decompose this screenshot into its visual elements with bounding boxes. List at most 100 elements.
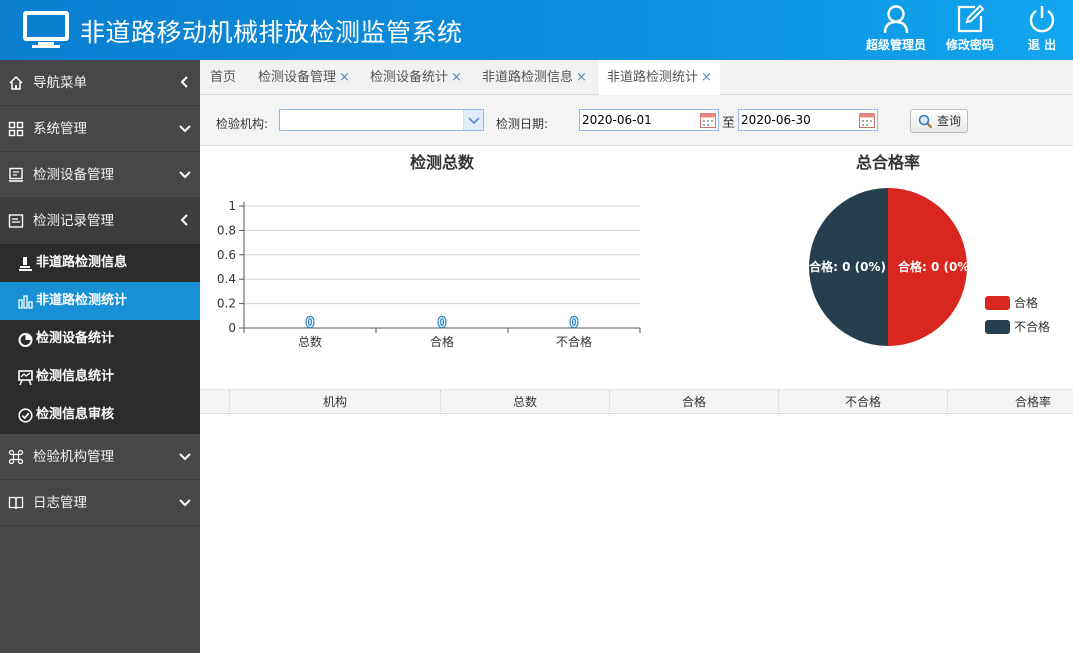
- org-select[interactable]: [279, 109, 484, 131]
- edit-icon: [957, 4, 985, 33]
- sidebar-subitem-info-audit[interactable]: 检测信息审核: [0, 396, 200, 434]
- chevron-down-icon: [179, 125, 191, 133]
- nav-menu-label: 导航菜单: [33, 75, 87, 91]
- app-header: 非道路移动机械排放检测监管系统 超级管理员 修改密码 退 出: [0, 0, 1073, 60]
- sidebar-subitem-info-stats[interactable]: 检测信息统计: [0, 358, 200, 396]
- bar-data-label: 0: [438, 316, 446, 331]
- calendar-icon[interactable]: [699, 111, 717, 129]
- sidebar-subitem-nonroad-stats[interactable]: 非道路检测统计: [0, 282, 200, 320]
- bar-chart-icon: [18, 295, 33, 309]
- presentation-icon: [18, 370, 33, 385]
- bar-chart-title: 检测总数: [409, 153, 474, 172]
- chevron-down-icon: [468, 117, 480, 125]
- grid-rownum-header: [200, 390, 230, 414]
- date-from-input[interactable]: [579, 109, 719, 131]
- user-button[interactable]: 超级管理员: [866, 4, 926, 53]
- sidebar-item-org-management[interactable]: 检验机构管理: [0, 434, 200, 480]
- user-button-label: 超级管理员: [866, 38, 927, 52]
- sidebar-item-label: 日志管理: [33, 495, 87, 511]
- x-tick-label: 合格: [430, 334, 454, 349]
- combo-arrow[interactable]: [463, 110, 483, 130]
- y-tick-label: 0.8: [217, 223, 236, 237]
- sidebar-item-label: 系统管理: [33, 121, 87, 137]
- sidebar-item-log-management[interactable]: 日志管理: [0, 480, 200, 526]
- sidebar-item-system[interactable]: 系统管理: [0, 106, 200, 152]
- pie-chart-title: 总合格率: [855, 153, 920, 172]
- query-button[interactable]: 查询: [910, 109, 968, 133]
- sidebar: 导航菜单 系统管理 检测设备管理 检测记录管理 非道路检测信息 非道路检测统计 …: [0, 60, 200, 653]
- pie-chart: 合格: 0 (0%) 不合格: 0 (0%) 合格不合格: [797, 188, 1050, 346]
- pie-data-label: 不合格: 0 (0%): [797, 259, 886, 274]
- y-tick-label: 0.6: [217, 248, 236, 262]
- tab-label: 首页: [210, 70, 237, 85]
- date-to-label: 至: [722, 116, 736, 131]
- tab-close-icon[interactable]: ×: [576, 70, 587, 85]
- chevron-left-icon: [180, 214, 188, 226]
- grid-col-fail[interactable]: 不合格: [779, 390, 948, 414]
- y-tick-label: 1: [228, 199, 236, 213]
- legend-label: 不合格: [1014, 319, 1050, 334]
- tab-bar: 首页 检测设备管理 × 检测设备统计 × 非道路检测信息 × 非道路检测统计 ×: [200, 60, 1073, 96]
- tab-close-icon[interactable]: ×: [701, 70, 712, 85]
- tab-device-management[interactable]: 检测设备管理 ×: [258, 60, 350, 95]
- home-icon: [9, 75, 23, 90]
- grid-col-org[interactable]: 机构: [230, 390, 441, 414]
- change-password-label: 修改密码: [946, 38, 995, 52]
- sidebar-item-label: 检测设备管理: [33, 167, 114, 183]
- sidebar-item-device-management[interactable]: 检测设备管理: [0, 152, 200, 198]
- x-tick-label: 总数: [298, 334, 322, 349]
- y-tick-label: 0.4: [217, 272, 236, 286]
- legend-label: 合格: [1014, 295, 1038, 310]
- sidebar-item-label: 检验机构管理: [33, 449, 114, 465]
- bar-data-label: 0: [306, 316, 314, 331]
- grid-col-pass-rate[interactable]: 合格率: [948, 390, 1073, 414]
- logout-button[interactable]: 退 出: [1027, 4, 1057, 53]
- date-from-field[interactable]: [580, 110, 695, 130]
- grid-col-pass[interactable]: 合格: [610, 390, 779, 414]
- tab-device-stats[interactable]: 检测设备统计 ×: [370, 60, 462, 95]
- bar-chart: 1 0.8 0.6 0.4 0.2 0 0 总数 0 合格 0 不合格: [217, 199, 641, 349]
- data-grid-header: 机构 总数 合格 不合格 合格率: [200, 389, 1073, 414]
- device-icon: [9, 167, 23, 182]
- tab-nonroad-stats[interactable]: 非道路检测统计 ×: [599, 60, 720, 96]
- chevron-down-icon: [179, 171, 191, 179]
- bar-data-label: 0: [570, 316, 578, 331]
- chevron-down-icon: [179, 453, 191, 461]
- sidebar-subitem-label: 检测信息审核: [36, 407, 115, 422]
- legend-swatch: [985, 296, 1010, 310]
- check-circle-icon: [18, 408, 33, 423]
- tab-label: 检测设备统计: [370, 70, 449, 85]
- chevron-down-icon: [179, 499, 191, 507]
- chevron-left-icon: [180, 76, 188, 88]
- date-to-field[interactable]: [739, 110, 854, 130]
- sidebar-item-record-management[interactable]: 检测记录管理: [0, 198, 200, 244]
- date-label: 检测日期:: [496, 117, 549, 131]
- sidebar-item-label: 检测记录管理: [33, 213, 114, 229]
- org-select-value: [280, 113, 283, 127]
- nav-menu-header[interactable]: 导航菜单: [0, 60, 200, 106]
- legend-swatch: [985, 320, 1010, 334]
- sidebar-subitem-label: 非道路检测统计: [36, 293, 128, 308]
- power-icon: [1029, 6, 1055, 33]
- grid-col-total[interactable]: 总数: [441, 390, 610, 414]
- sidebar-subitem-device-stats[interactable]: 检测设备统计: [0, 320, 200, 358]
- tab-label: 非道路检测信息: [482, 70, 574, 85]
- filter-bar: 检验机构: 检测日期: 至 查询: [200, 95, 1073, 146]
- tab-close-icon[interactable]: ×: [451, 70, 462, 85]
- pie-data-label: 合格: 0 (0%): [898, 259, 975, 274]
- sidebar-subitem-nonroad-info[interactable]: 非道路检测信息: [0, 244, 200, 282]
- tab-close-icon[interactable]: ×: [339, 70, 350, 85]
- tab-home[interactable]: 首页: [210, 60, 236, 95]
- sidebar-subitem-label: 检测信息统计: [36, 369, 115, 384]
- app-title: 非道路移动机械排放检测监管系统: [80, 18, 463, 47]
- tab-label: 非道路检测统计: [607, 70, 699, 85]
- date-to-input[interactable]: [738, 109, 878, 131]
- sidebar-subitem-label: 检测设备统计: [36, 331, 115, 346]
- book-icon: [8, 496, 24, 510]
- org-label: 检验机构:: [216, 117, 269, 131]
- grid-icon: [8, 121, 24, 137]
- y-tick-label: 0.2: [217, 297, 236, 311]
- calendar-icon[interactable]: [858, 111, 876, 129]
- tab-nonroad-info[interactable]: 非道路检测信息 ×: [482, 60, 587, 95]
- change-password-button[interactable]: 修改密码: [946, 4, 994, 53]
